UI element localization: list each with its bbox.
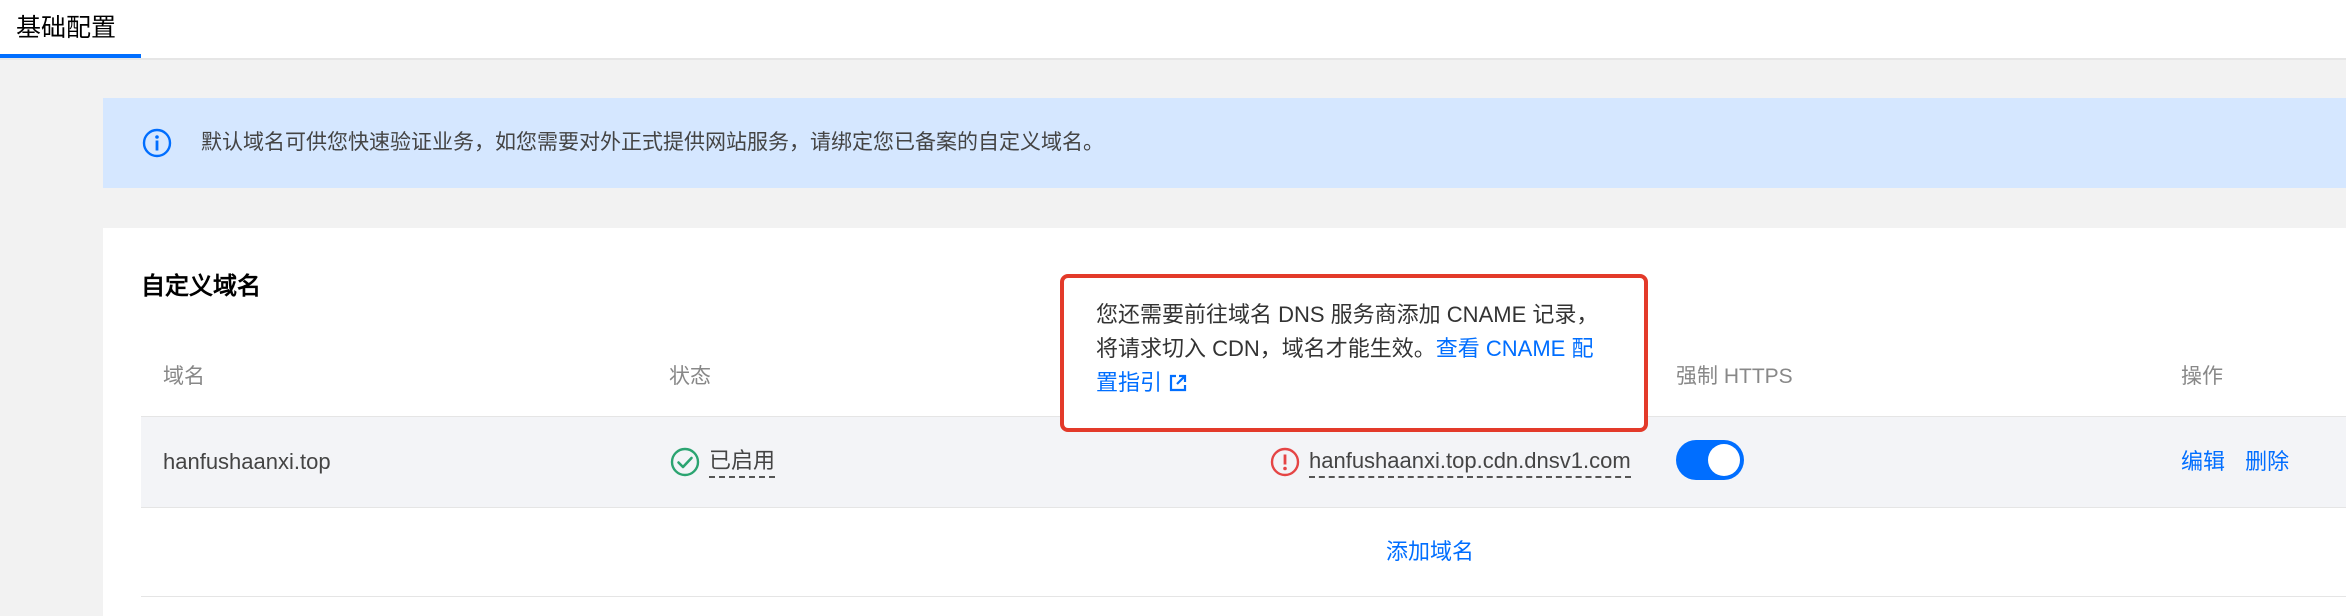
tab-bar: 基础配置 [0,0,2346,60]
column-header-ops: 操作 [2181,365,2223,388]
add-domain-row: 添加域名 [141,508,2346,597]
external-link-icon[interactable] [1168,373,1188,393]
tab-basic-config[interactable]: 基础配置 [0,0,141,58]
info-banner: 默认域名可供您快速验证业务，如您需要对外正式提供网站服务，请绑定您已备案的自定义… [103,98,2346,188]
column-header-domain: 域名 [163,365,205,388]
delete-link[interactable]: 删除 [2245,449,2289,474]
status-text[interactable]: 已启用 [709,447,776,478]
tooltip-line2: 将请求切入 CDN，域名才能生效。查看 CNAME 配 [1096,332,1612,366]
cname-guide-link-part2[interactable]: 置指引 [1096,370,1162,395]
tooltip-line1: 您还需要前往域名 DNS 服务商添加 CNAME 记录， [1096,302,1599,327]
tooltip-line2-text: 将请求切入 CDN，域名才能生效。 [1096,336,1436,361]
ops-cell: 编辑 删除 [2181,417,2289,507]
cname-text[interactable]: hanfushaanxi.top.cdn.dnsv1.com [1309,447,1631,478]
cname-tooltip: 您还需要前往域名 DNS 服务商添加 CNAME 记录， 将请求切入 CDN，域… [1060,274,1648,432]
warning-icon[interactable] [1269,446,1301,478]
info-icon [142,128,172,158]
add-domain-link[interactable]: 添加域名 [1386,508,1474,596]
toggle-knob [1708,444,1740,476]
column-header-status: 状态 [669,365,711,388]
section-title: 自定义域名 [141,273,261,300]
cname-guide-link-part1[interactable]: 查看 CNAME 配 [1436,336,1594,361]
tooltip-line3: 置指引 [1096,366,1612,400]
status-cell: 已启用 [669,417,776,507]
info-banner-text: 默认域名可供您快速验证业务，如您需要对外正式提供网站服务，请绑定您已备案的自定义… [201,131,1104,154]
force-https-toggle[interactable] [1676,440,1744,480]
check-circle-icon [670,447,700,477]
column-header-https: 强制 HTTPS [1676,365,1793,388]
edit-link[interactable]: 编辑 [2181,449,2225,474]
domain-cell: hanfushaanxi.top [163,449,331,474]
